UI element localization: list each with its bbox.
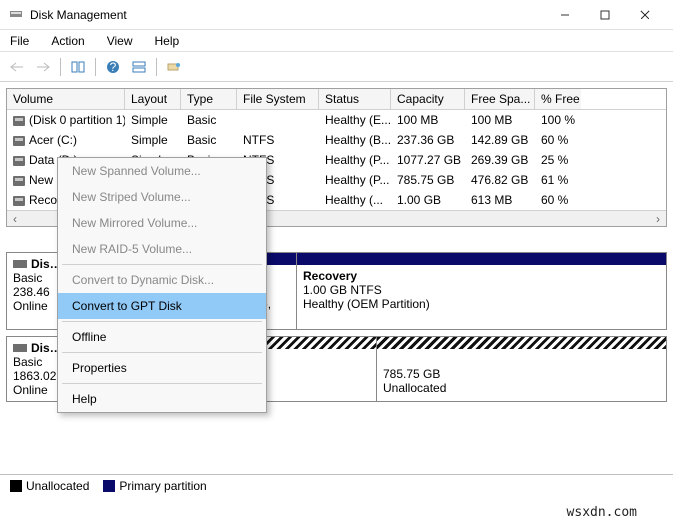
menu-view[interactable]: View — [103, 32, 137, 50]
window-title: Disk Management — [30, 8, 545, 22]
col-capacity[interactable]: Capacity — [391, 89, 465, 109]
part-name: Recovery — [303, 269, 660, 283]
refresh-icon[interactable] — [163, 56, 185, 78]
svg-text:?: ? — [110, 60, 117, 74]
cell-capacity: 785.75 GB — [391, 170, 465, 190]
cell-status: Healthy (B... — [319, 130, 391, 150]
cell-fs: NTFS — [237, 130, 319, 150]
volume-row[interactable]: Acer (C:)SimpleBasicNTFSHealthy (B...237… — [7, 130, 666, 150]
col-layout[interactable]: Layout — [125, 89, 181, 109]
ctx-convert-dynamic[interactable]: Convert to Dynamic Disk... — [58, 267, 266, 293]
cell-free: 613 MB — [465, 190, 535, 210]
menubar: File Action View Help — [0, 30, 673, 52]
ctx-new-mirrored[interactable]: New Mirrored Volume... — [58, 210, 266, 236]
col-status[interactable]: Status — [319, 89, 391, 109]
ctx-properties[interactable]: Properties — [58, 355, 266, 381]
cell-type: Basic — [181, 110, 237, 130]
disk-icon — [13, 344, 27, 352]
ctx-convert-gpt[interactable]: Convert to GPT Disk — [58, 293, 266, 319]
swatch-primary-icon — [103, 480, 115, 492]
view-mode-icon[interactable] — [128, 56, 150, 78]
volume-icon — [13, 156, 25, 166]
col-type[interactable]: Type — [181, 89, 237, 109]
ctx-new-spanned[interactable]: New Spanned Volume... — [58, 158, 266, 184]
context-menu: New Spanned Volume... New Striped Volume… — [57, 157, 267, 413]
col-volume[interactable]: Volume — [7, 89, 125, 109]
app-icon — [8, 7, 24, 23]
cell-pct: 60 % — [535, 130, 581, 150]
col-pct[interactable]: % Free — [535, 89, 581, 109]
maximize-button[interactable] — [585, 1, 625, 29]
cell-capacity: 1.00 GB — [391, 190, 465, 210]
toolbar: ? — [0, 52, 673, 82]
close-button[interactable] — [625, 1, 665, 29]
cell-pct: 60 % — [535, 190, 581, 210]
scroll-right-icon[interactable]: › — [650, 211, 666, 226]
cell-capacity: 1077.27 GB — [391, 150, 465, 170]
ctx-new-raid5[interactable]: New RAID-5 Volume... — [58, 236, 266, 262]
ctx-new-striped[interactable]: New Striped Volume... — [58, 184, 266, 210]
cell-capacity: 237.36 GB — [391, 130, 465, 150]
part-line3: Healthy (OEM Partition) — [303, 297, 660, 311]
view-toggle-icon[interactable] — [67, 56, 89, 78]
legend-primary: Primary partition — [119, 479, 206, 493]
cell-fs — [237, 110, 319, 130]
cell-status: Healthy (P... — [319, 170, 391, 190]
col-free[interactable]: Free Spa... — [465, 89, 535, 109]
cell-status: Healthy (... — [319, 190, 391, 210]
menu-action[interactable]: Action — [47, 32, 88, 50]
cell-layout: Simple — [125, 130, 181, 150]
cell-name: (Disk 0 partition 1) — [7, 110, 125, 130]
cell-status: Healthy (E... — [319, 110, 391, 130]
disk-icon — [13, 260, 27, 268]
cell-pct: 25 % — [535, 150, 581, 170]
help-icon[interactable]: ? — [102, 56, 124, 78]
volume-row[interactable]: (Disk 0 partition 1)SimpleBasic Healthy (… — [7, 110, 666, 130]
cell-free: 476.82 GB — [465, 170, 535, 190]
volume-header: Volume Layout Type File System Status Ca… — [7, 89, 666, 110]
volume-icon — [13, 116, 25, 126]
cell-status: Healthy (P... — [319, 150, 391, 170]
volume-icon — [13, 176, 25, 186]
cell-type: Basic — [181, 130, 237, 150]
unalloc-label: Unallocated — [383, 381, 660, 395]
watermark: wsxdn.com — [567, 505, 637, 520]
forward-button[interactable] — [32, 56, 54, 78]
cell-layout: Simple — [125, 110, 181, 130]
cell-pct: 100 % — [535, 110, 581, 130]
disk-1-unalloc-2[interactable]: 785.75 GB Unallocated — [377, 337, 666, 401]
menu-help[interactable]: Help — [151, 32, 184, 50]
cell-capacity: 100 MB — [391, 110, 465, 130]
menu-file[interactable]: File — [6, 32, 33, 50]
volume-icon — [13, 196, 25, 206]
cell-free: 142.89 GB — [465, 130, 535, 150]
ctx-help[interactable]: Help — [58, 386, 266, 412]
scroll-left-icon[interactable]: ‹ — [7, 211, 23, 226]
cell-name: Acer (C:) — [7, 130, 125, 150]
legend-unallocated: Unallocated — [26, 479, 89, 493]
back-button[interactable] — [6, 56, 28, 78]
part-line2: 1.00 GB NTFS — [303, 283, 660, 297]
unalloc-size: 785.75 GB — [383, 367, 660, 381]
ctx-offline[interactable]: Offline — [58, 324, 266, 350]
cell-free: 100 MB — [465, 110, 535, 130]
minimize-button[interactable] — [545, 1, 585, 29]
cell-pct: 61 % — [535, 170, 581, 190]
volume-icon — [13, 136, 25, 146]
legend: Unallocated Primary partition — [0, 474, 673, 496]
titlebar: Disk Management — [0, 0, 673, 30]
cell-free: 269.39 GB — [465, 150, 535, 170]
col-fs[interactable]: File System — [237, 89, 319, 109]
swatch-unallocated-icon — [10, 480, 22, 492]
disk-0-part-recovery[interactable]: Recovery 1.00 GB NTFS Healthy (OEM Parti… — [297, 253, 666, 329]
